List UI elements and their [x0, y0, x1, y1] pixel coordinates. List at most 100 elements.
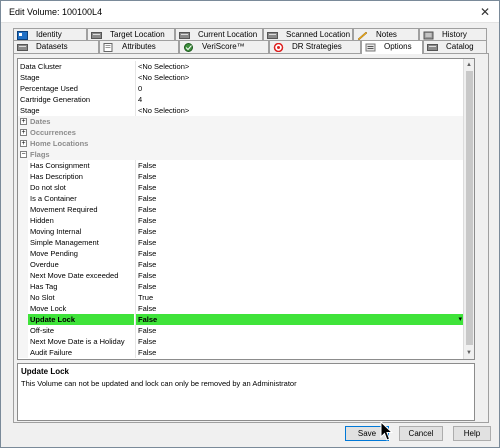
property-name: Cartridge Generation	[20, 95, 91, 104]
flag-name: Update Lock	[28, 314, 134, 325]
flag-value[interactable]: False	[135, 204, 464, 215]
flag-name: Audit Failure	[28, 347, 134, 358]
close-icon[interactable]: ✕	[477, 4, 493, 20]
flag-value[interactable]: False	[135, 171, 464, 182]
edit-volume-dialog: Edit Volume: 100100L4 ✕ Identity Target …	[0, 0, 500, 448]
property-value[interactable]: <No Selection>	[135, 61, 464, 72]
category-flags[interactable]: − Flags	[18, 149, 464, 160]
flag-row[interactable]: Moving Internal False	[18, 226, 464, 237]
property-row[interactable]: Percentage Used 0	[18, 83, 464, 94]
property-value[interactable]: <No Selection>	[135, 105, 464, 116]
flag-row[interactable]: No Slot True	[18, 292, 464, 303]
mouse-pointer-icon	[380, 421, 394, 441]
flag-row[interactable]: Next Move Date is a Holiday False	[18, 336, 464, 347]
tab-datasets[interactable]: Datasets	[13, 40, 99, 53]
flag-name: Simple Management	[28, 237, 134, 248]
flag-name: Is a Container	[28, 193, 134, 204]
property-row[interactable]: Stage <No Selection>	[18, 105, 464, 116]
flag-value[interactable]: False	[135, 270, 464, 281]
flag-value[interactable]: False	[135, 193, 464, 204]
flag-value[interactable]: False	[135, 347, 464, 358]
description-title: Update Lock	[21, 367, 70, 376]
property-name: Percentage Used	[20, 84, 78, 93]
flag-name: Next Move Date is a Holiday	[28, 336, 134, 347]
flag-name: Overdue	[28, 259, 134, 270]
identity-icon	[17, 31, 28, 40]
current-location-icon	[179, 32, 190, 39]
category-label: Occurrences	[30, 128, 76, 137]
title-bar: Edit Volume: 100100L4 ✕	[1, 1, 499, 23]
flag-row[interactable]: Audit Failure False	[18, 347, 464, 358]
property-description-pane: Update Lock This Volume can not be updat…	[17, 363, 475, 421]
flag-name: Moving Internal	[28, 226, 134, 237]
notes-icon	[357, 31, 368, 40]
flag-value[interactable]: False	[135, 248, 464, 259]
dr-strategies-icon	[273, 43, 284, 52]
property-grid: Data Cluster <No Selection> Stage <No Se…	[17, 58, 475, 360]
property-row[interactable]: Stage <No Selection>	[18, 72, 464, 83]
flag-row[interactable]: Has Tag False	[18, 281, 464, 292]
options-icon	[365, 43, 376, 52]
category-dates[interactable]: + Dates	[18, 116, 464, 127]
category-occurrences[interactable]: + Occurrences	[18, 127, 464, 138]
grid-scrollbar[interactable]: ▲ ▼	[463, 59, 474, 359]
history-icon	[423, 31, 434, 40]
flag-name: Has Consignment	[28, 160, 134, 171]
flag-row[interactable]: Move Pending False	[18, 248, 464, 259]
flag-value-dropdown[interactable]: False	[135, 314, 464, 325]
flag-row[interactable]: Do not slot False	[18, 182, 464, 193]
flag-name: Do not slot	[28, 182, 134, 193]
flag-name: Has Tag	[28, 281, 134, 292]
tab-options[interactable]: Options	[361, 40, 423, 54]
property-name: Stage	[20, 73, 40, 82]
tab-veriscore[interactable]: VeriScore™	[179, 40, 269, 53]
flag-value[interactable]: False	[135, 325, 464, 336]
flag-row[interactable]: Has Description False	[18, 171, 464, 182]
tab-catalog[interactable]: Catalog	[423, 40, 487, 53]
scroll-up-icon[interactable]: ▲	[466, 62, 472, 68]
property-name: Stage	[20, 106, 40, 115]
help-button[interactable]: Help	[453, 426, 491, 441]
flag-row[interactable]: Has Consignment False	[18, 160, 464, 171]
flag-value[interactable]: False	[135, 182, 464, 193]
flag-name: Move Pending	[28, 248, 134, 259]
flag-row[interactable]: Overdue False	[18, 259, 464, 270]
target-location-icon	[91, 32, 102, 39]
flag-value[interactable]: False	[135, 215, 464, 226]
property-value[interactable]: 0	[135, 83, 464, 94]
flag-value[interactable]: False	[135, 237, 464, 248]
flag-name: Off-site	[28, 325, 134, 336]
flag-row[interactable]: Off-site False	[18, 325, 464, 336]
category-label: Flags	[30, 150, 50, 159]
flag-row[interactable]: Simple Management False	[18, 237, 464, 248]
flag-row[interactable]: Move Lock False	[18, 303, 464, 314]
cancel-button[interactable]: Cancel	[399, 426, 443, 441]
attributes-icon	[103, 43, 113, 52]
property-row[interactable]: Data Cluster <No Selection>	[18, 61, 464, 72]
flag-row-selected[interactable]: Update Lock False ▾	[18, 314, 464, 325]
flag-row[interactable]: Next Move Date exceeded False	[18, 270, 464, 281]
flag-value[interactable]: False	[135, 160, 464, 171]
flag-value[interactable]: False	[135, 303, 464, 314]
category-home-locations[interactable]: + Home Locations	[18, 138, 464, 149]
flag-row[interactable]: Movement Required False	[18, 204, 464, 215]
tab-attributes[interactable]: Attributes	[99, 40, 179, 53]
flag-row[interactable]: Is a Container False	[18, 193, 464, 204]
property-value[interactable]: 4	[135, 94, 464, 105]
dropdown-arrow-icon[interactable]: ▾	[458, 314, 462, 325]
flag-value[interactable]: False	[135, 336, 464, 347]
catalog-icon	[427, 44, 438, 51]
flag-value[interactable]: False	[135, 281, 464, 292]
tab-dr-strategies[interactable]: DR Strategies	[269, 40, 361, 53]
category-label: Home Locations	[30, 139, 89, 148]
category-label: Dates	[30, 117, 51, 126]
flag-value[interactable]: False	[135, 226, 464, 237]
property-row[interactable]: Cartridge Generation 4	[18, 94, 464, 105]
flag-name: Move Lock	[28, 303, 134, 314]
flag-value[interactable]: True	[135, 292, 464, 303]
scrollbar-thumb[interactable]	[466, 71, 473, 345]
property-value[interactable]: <No Selection>	[135, 72, 464, 83]
scroll-down-icon[interactable]: ▼	[466, 350, 472, 356]
flag-row[interactable]: Hidden False	[18, 215, 464, 226]
flag-value[interactable]: False	[135, 259, 464, 270]
